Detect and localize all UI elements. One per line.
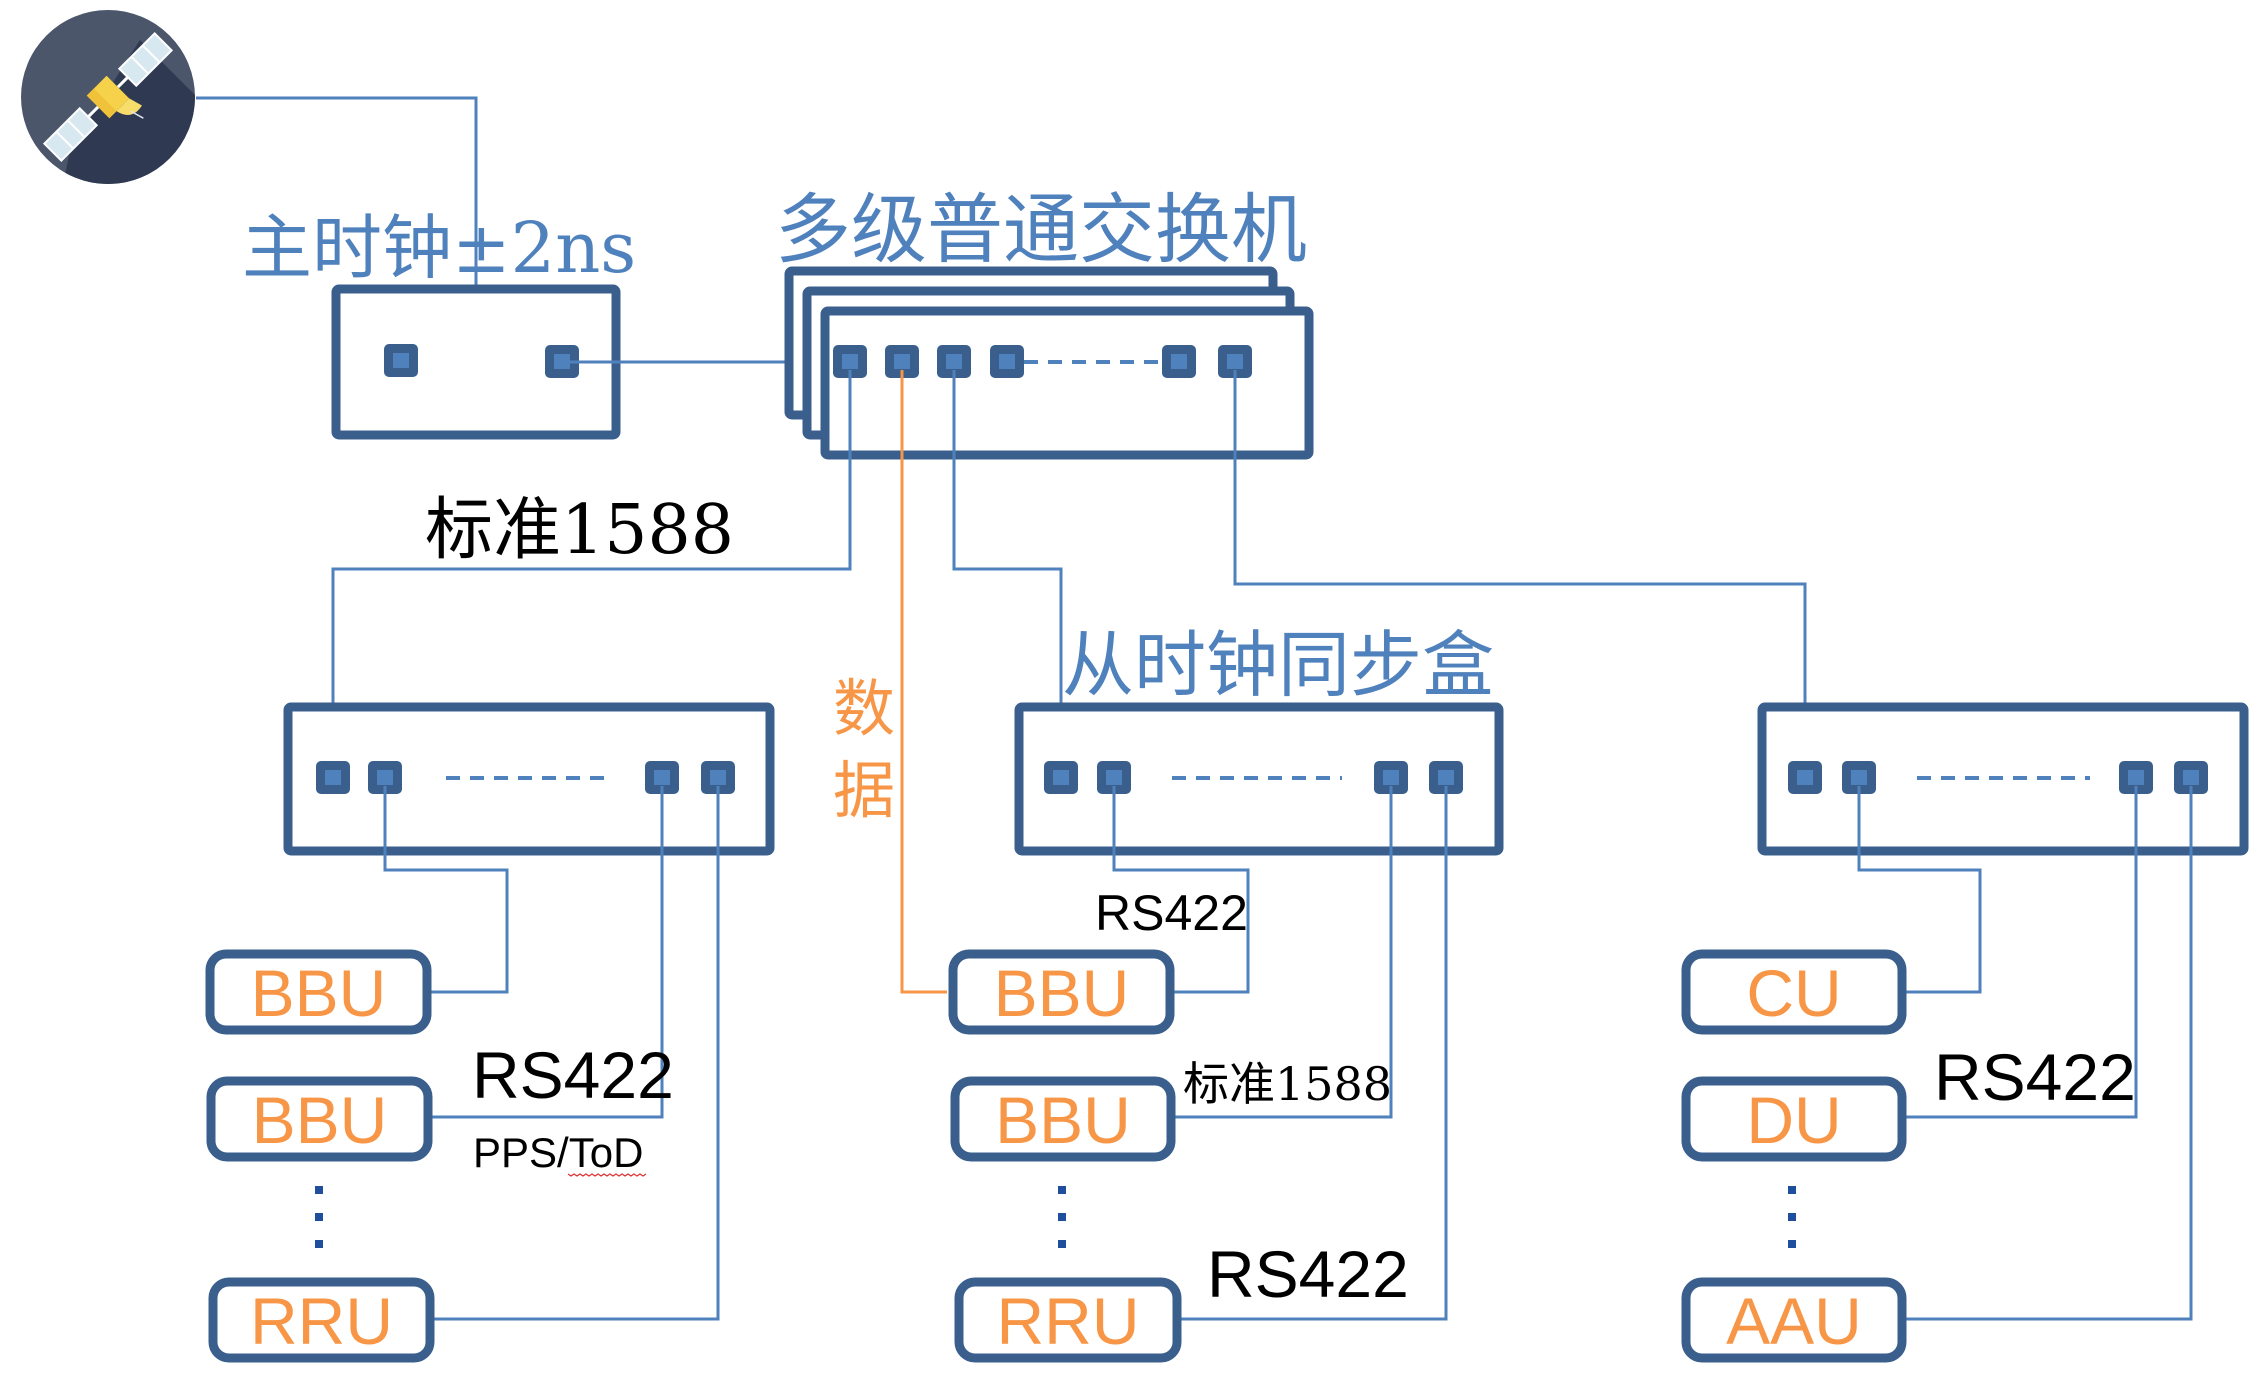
standard-1588-label: 标准1588 <box>425 491 734 570</box>
satellite-icon <box>21 10 195 184</box>
device-label: BBU <box>994 956 1130 1030</box>
vertical-ellipsis-icon <box>315 1186 323 1248</box>
data-label-char-2: 据 <box>833 754 895 827</box>
switch-title: 多级普通交换机 <box>775 185 1307 274</box>
device-bbu: BBU <box>948 949 1175 1035</box>
device-aau: AAU <box>1681 1277 1907 1363</box>
device-label: AAU <box>1726 1284 1862 1358</box>
device-bbu: BBU <box>206 1076 433 1162</box>
switch-to-bbu-data-wire <box>900 370 947 994</box>
slave-port-1 <box>1788 761 1822 794</box>
device-label: DU <box>1746 1083 1841 1157</box>
device-label: CU <box>1746 956 1841 1030</box>
device-rru: RRU <box>208 1277 435 1363</box>
device-label: BBU <box>252 1083 388 1157</box>
left-pps-tod-label: PPS/ToD <box>473 1129 643 1176</box>
device-label: RRU <box>997 1284 1140 1358</box>
slave-sync-box-title: 从时钟同步盒 <box>1062 623 1494 707</box>
right-rs422-label: RS422 <box>1934 1040 2136 1114</box>
middle-rs422-bottom-label: RS422 <box>1207 1237 1409 1311</box>
left-rs422-label: RS422 <box>472 1038 674 1112</box>
device-bbu: BBU <box>950 1076 1176 1162</box>
device-du: DU <box>1681 1076 1907 1162</box>
switch-port-4 <box>990 345 1024 378</box>
device-cu: CU <box>1681 949 1907 1035</box>
device-label: RRU <box>250 1284 393 1358</box>
device-label: BBU <box>251 956 387 1030</box>
switch-port-5 <box>1162 345 1196 378</box>
middle-rs422-top-label: RS422 <box>1095 885 1248 941</box>
timing-sync-diagram: 主时钟±2ns 多级普通交换机 标准1588 数 据 从时钟同步盒 BBUBBU… <box>21 10 2249 1363</box>
vertical-ellipsis-icon <box>1058 1186 1066 1248</box>
device-bbu: BBU <box>205 949 432 1035</box>
device-rru: RRU <box>954 1277 1182 1363</box>
data-label-char-1: 数 <box>833 672 895 745</box>
slave-group-right: CU DU AAU <box>1681 702 2249 1363</box>
slave-port-1 <box>316 761 350 794</box>
master-clock-label: 主时钟±2ns <box>242 207 636 289</box>
slave-group-left: BBU BBU RRU <box>205 702 775 1363</box>
middle-standard-1588-label: 标准1588 <box>1183 1057 1392 1111</box>
device-label: BBU <box>995 1083 1131 1157</box>
slave-sync-box <box>1014 702 1504 856</box>
master-clock-port-1 <box>384 344 418 377</box>
slave-port-1 <box>1044 761 1078 794</box>
vertical-ellipsis-icon <box>1788 1186 1796 1248</box>
